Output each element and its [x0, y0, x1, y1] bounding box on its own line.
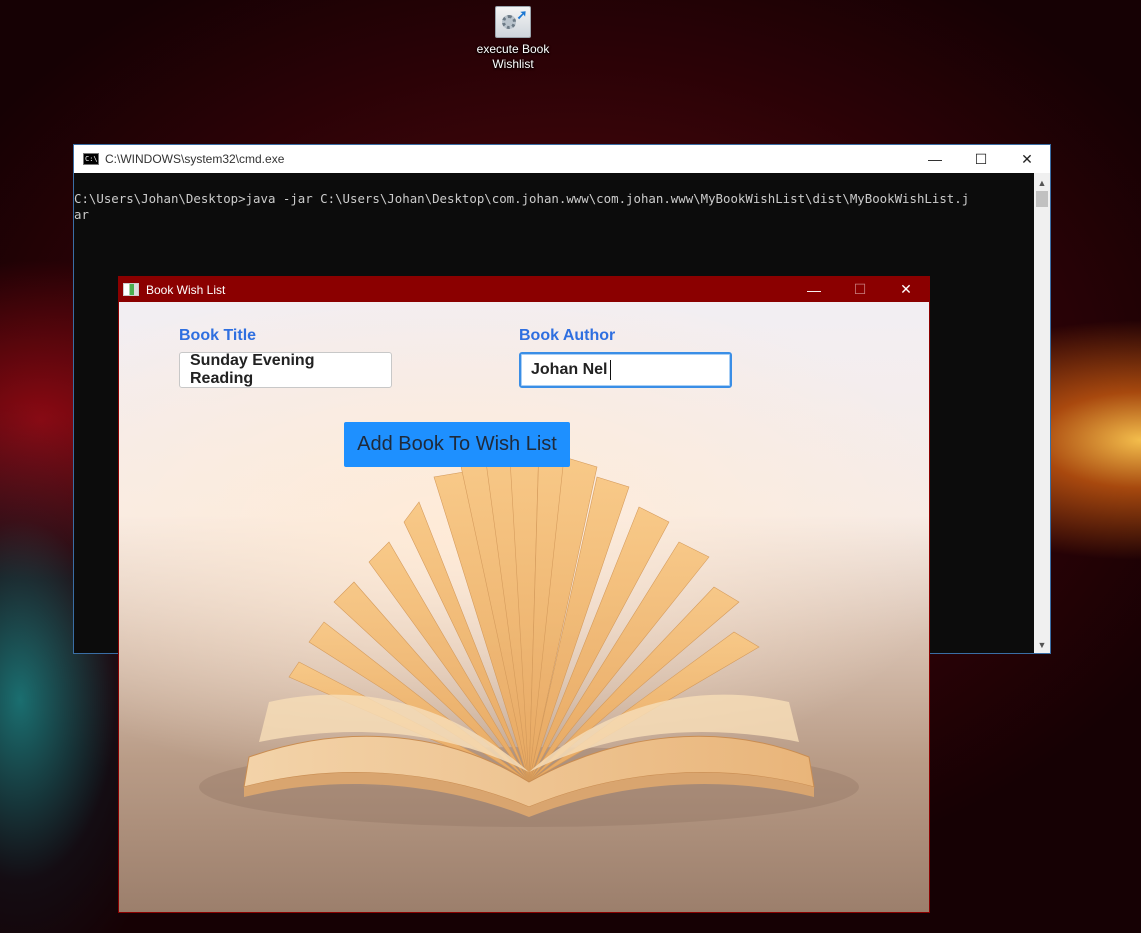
cmd-maximize-button[interactable]: ☐ — [958, 145, 1004, 173]
cmd-minimize-button[interactable]: — — [912, 145, 958, 173]
book-author-value: Johan Nel — [531, 361, 608, 378]
book-author-label: Book Author — [519, 327, 616, 344]
book-title-value: Sunday Evening Reading — [190, 352, 315, 387]
cmd-close-button[interactable]: ✕ — [1004, 145, 1050, 173]
book-title-input[interactable]: Sunday Evening Reading — [179, 352, 392, 388]
book-wish-list-window[interactable]: Book Wish List — ☐ ✕ Book Title Sunday E… — [118, 276, 930, 913]
app-content: Book Title Sunday Evening Reading Book A… — [119, 302, 929, 912]
book-author-input[interactable]: Johan Nel — [519, 352, 732, 388]
desktop-shortcut-execute-book-wishlist[interactable]: ➚ execute Book Wishlist — [472, 6, 554, 72]
app-window-title: Book Wish List — [146, 282, 226, 297]
desktop-shortcut-label: execute Book Wishlist — [476, 42, 550, 71]
text-caret — [610, 360, 612, 380]
batch-file-gear-icon: ➚ — [495, 6, 531, 38]
cmd-window-title: C:\WINDOWS\system32\cmd.exe — [105, 152, 285, 166]
app-minimize-button[interactable]: — — [791, 277, 837, 302]
book-title-label: Book Title — [179, 327, 257, 344]
app-maximize-button[interactable]: ☐ — [837, 277, 883, 302]
app-close-button[interactable]: ✕ — [883, 277, 929, 302]
java-app-icon — [123, 283, 139, 296]
open-book-background-image — [199, 441, 859, 827]
cmd-scrollbar[interactable]: ▲ ▼ — [1034, 173, 1050, 653]
add-book-button[interactable]: Add Book To Wish List — [344, 422, 570, 467]
scroll-down-arrow-icon[interactable]: ▼ — [1034, 637, 1050, 653]
scroll-up-arrow-icon[interactable]: ▲ — [1034, 175, 1050, 191]
scrollbar-thumb[interactable] — [1036, 191, 1048, 207]
cmd-app-icon: C:\ — [83, 153, 99, 165]
app-titlebar[interactable]: Book Wish List — ☐ ✕ — [119, 277, 929, 302]
cmd-titlebar[interactable]: C:\ C:\WINDOWS\system32\cmd.exe — ☐ ✕ — [74, 145, 1050, 173]
